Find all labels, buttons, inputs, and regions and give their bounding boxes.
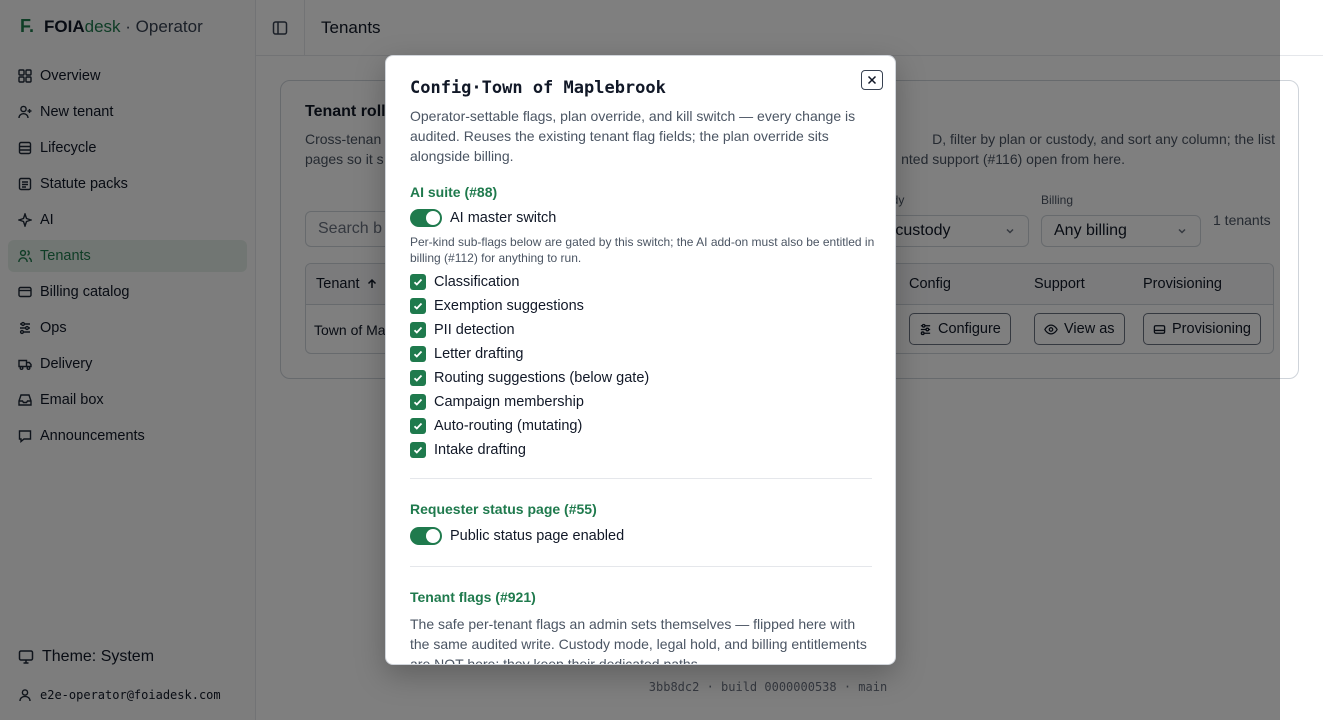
tenant-flags-description: The safe per-tenant flags an admin sets … [410,616,867,665]
check-icon[interactable] [410,370,426,386]
close-icon [867,75,877,85]
check-icon[interactable] [410,418,426,434]
dialog-title: Config·Town of Maplebrook [410,78,666,98]
checkbox-label: Campaign membership [434,394,584,410]
ai-flag-checkbox[interactable]: Letter drafting [410,344,523,364]
check-icon[interactable] [410,346,426,362]
config-dialog: Config·Town of Maplebrook Operator-setta… [385,55,896,665]
check-icon[interactable] [410,298,426,314]
tenant-flags-heading: Tenant flags (#921) [410,589,536,605]
close-button[interactable] [861,70,883,90]
ai-hint: Per-kind sub-flags below are gated by th… [410,235,875,265]
ai-master-switch[interactable]: AI master switch [410,209,556,227]
checkbox-label: Classification [434,274,520,290]
ai-flag-checkbox[interactable]: Classification [410,272,519,292]
section-divider [410,566,872,567]
check-icon[interactable] [410,394,426,410]
status-page-heading: Requester status page (#55) [410,501,597,517]
ai-flag-checkbox[interactable]: Exemption suggestions [410,296,584,316]
ai-flag-checkbox[interactable]: Auto-routing (mutating) [410,416,582,436]
checkbox-label: PII detection [434,322,515,338]
ai-flag-checkbox[interactable]: Intake drafting [410,440,526,460]
status-page-switch-label: Public status page enabled [450,528,625,544]
checkbox-label: Exemption suggestions [434,298,584,314]
dialog-description: Operator-settable flags, plan override, … [410,108,856,164]
ai-flag-checkbox[interactable]: PII detection [410,320,515,340]
ai-suite-heading: AI suite (#88) [410,184,498,200]
check-icon[interactable] [410,322,426,338]
toggle-switch[interactable] [410,209,442,227]
ai-flag-checkbox[interactable]: Routing suggestions (below gate) [410,368,649,388]
checkbox-label: Routing suggestions (below gate) [434,370,650,386]
check-icon[interactable] [410,274,426,290]
ai-master-switch-label: AI master switch [450,210,557,226]
toggle-switch[interactable] [410,527,442,545]
checkbox-label: Intake drafting [434,442,526,458]
section-divider [410,478,872,479]
check-icon[interactable] [410,442,426,458]
status-page-switch[interactable]: Public status page enabled [410,527,624,545]
checkbox-label: Letter drafting [434,346,524,362]
checkbox-label: Auto-routing (mutating) [434,418,583,434]
ai-flag-checkbox[interactable]: Campaign membership [410,392,584,412]
